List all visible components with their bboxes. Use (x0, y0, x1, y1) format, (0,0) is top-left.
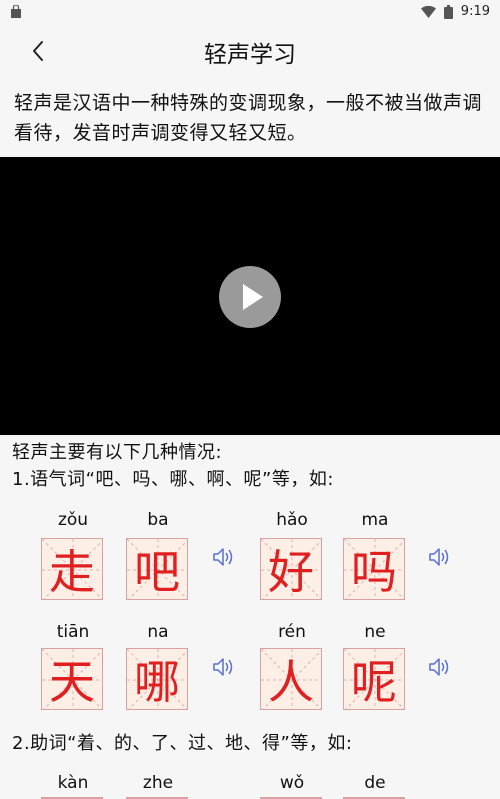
section-heading: 2.助词“着、的、了、过、地、得”等，如: (12, 733, 353, 754)
character-cell: 天 (41, 648, 103, 710)
character: 天 (49, 655, 95, 709)
pinyin-label: ma (361, 510, 389, 530)
shopping-bag-icon (11, 5, 21, 18)
pinyin-label: rén (278, 622, 306, 642)
pinyin-label: ne (364, 622, 386, 642)
speaker-icon[interactable] (210, 545, 238, 569)
pinyin-label: wǒ (279, 773, 305, 793)
character-cell: 哪 (126, 648, 188, 710)
character-cell: 吧 (126, 538, 188, 600)
pinyin-label: zhe (142, 773, 174, 793)
pinyin-label: na (147, 622, 169, 642)
character: 人 (268, 655, 314, 709)
character-cell: 吗 (343, 538, 405, 600)
character-cell: 呢 (343, 648, 405, 710)
character: 好 (268, 545, 314, 599)
section-heading: 轻声主要有以下几种情况: (12, 442, 223, 463)
speaker-icon[interactable] (210, 655, 238, 679)
status-right: 9:19 (420, 4, 490, 19)
section-subheading: 1.语气词“吧、吗、哪、啊、呢”等，如: (12, 469, 334, 490)
play-icon (243, 284, 263, 310)
status-bar: 9:19 (0, 0, 500, 26)
wifi-icon (420, 5, 436, 18)
pinyin-label: ba (147, 510, 169, 530)
play-button[interactable] (219, 266, 281, 328)
pinyin-label: de (364, 773, 386, 793)
intro-text: 轻声是汉语中一种特殊的变调现象，一般不被当做声调看待，发音时声调变得又轻又短。 (14, 92, 483, 144)
app-bar: 轻声学习 (0, 26, 500, 76)
character: 走 (49, 545, 95, 599)
character: 吧 (134, 545, 180, 599)
character-cell: 走 (41, 538, 103, 600)
speaker-icon[interactable] (426, 655, 454, 679)
pinyin-label: hǎo (276, 510, 308, 530)
pinyin-label: tiān (56, 622, 90, 642)
page-title: 轻声学习 (204, 42, 296, 68)
character-cell: 好 (260, 538, 322, 600)
speaker-icon[interactable] (426, 545, 454, 569)
battery-icon (443, 4, 453, 19)
character-cell: 人 (260, 648, 322, 710)
pinyin-label: zǒu (57, 510, 89, 530)
character: 哪 (134, 655, 180, 709)
pinyin-label: kàn (57, 773, 89, 793)
character: 吗 (351, 545, 397, 599)
status-time: 9:19 (460, 4, 490, 19)
character: 呢 (351, 655, 397, 709)
